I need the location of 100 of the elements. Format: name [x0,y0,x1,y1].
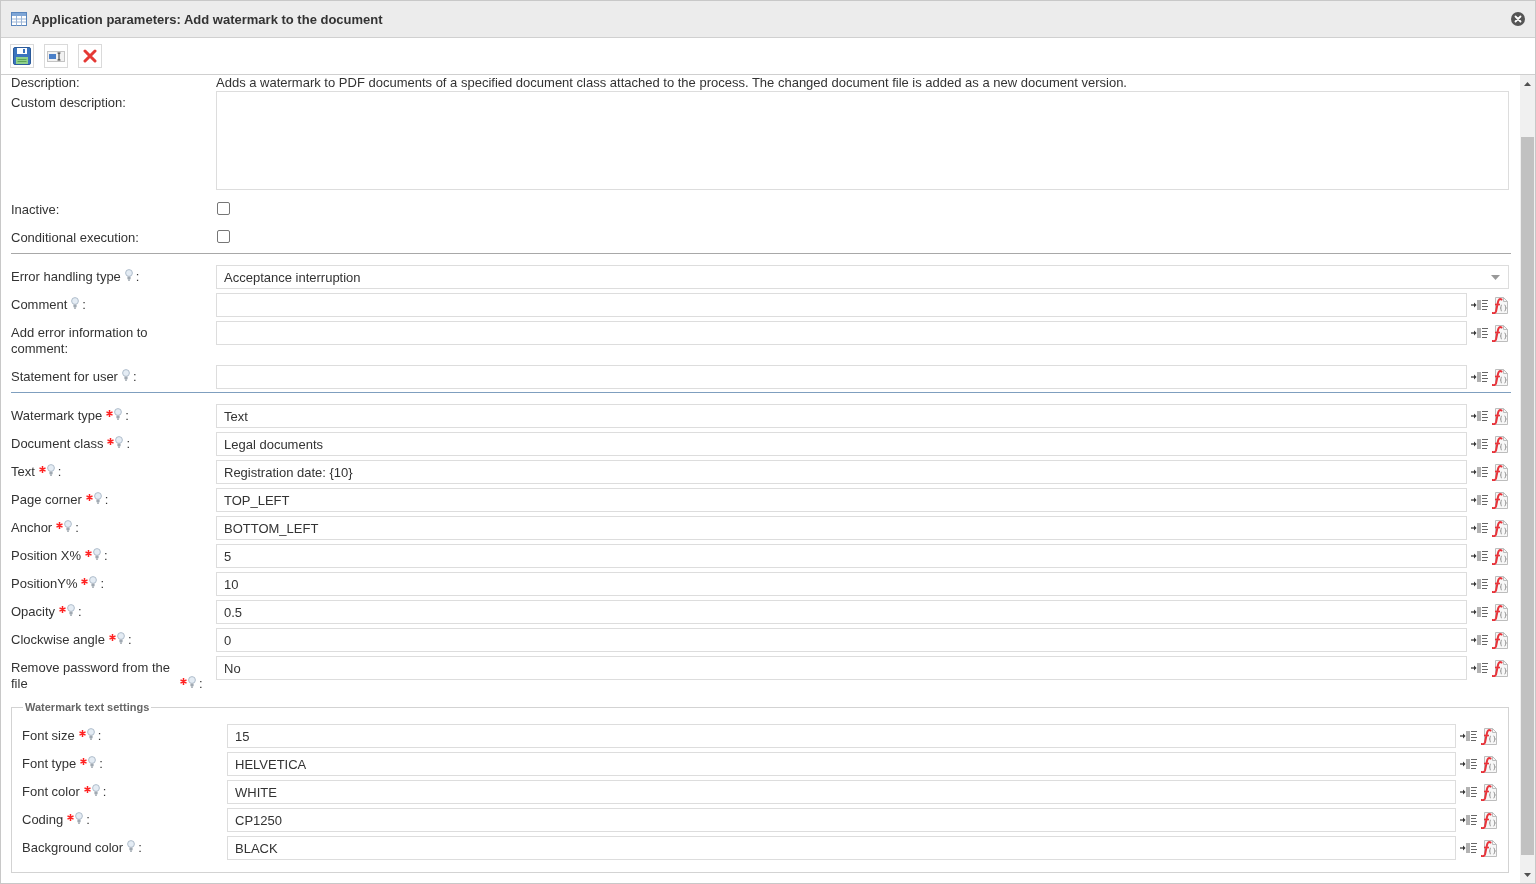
function-document-icon[interactable] [1492,575,1508,593]
text-field[interactable] [216,321,1467,345]
field-label: Font type [22,756,77,772]
lightbulb-icon[interactable] [88,756,97,768]
lightbulb-icon[interactable] [116,632,125,644]
caret-icon [1491,274,1500,280]
function-document-icon[interactable] [1492,547,1508,565]
function-document-icon[interactable] [1492,368,1508,386]
field-label: Text [11,464,35,480]
function-document-icon[interactable] [1492,491,1508,509]
text-field[interactable]: 0.5 [216,600,1467,624]
close-icon[interactable] [1511,12,1525,26]
function-document-icon[interactable] [1492,463,1508,481]
checkbox[interactable] [217,202,230,215]
arrow-list-icon[interactable] [1471,438,1488,450]
arrow-list-icon[interactable] [1460,842,1477,854]
cancel-button[interactable] [78,44,102,68]
text-field[interactable]: Legal documents [216,432,1467,456]
text-field[interactable]: Text [216,404,1467,428]
function-document-icon[interactable] [1481,755,1497,773]
function-document-icon[interactable] [1492,659,1508,677]
arrow-list-icon[interactable] [1460,814,1477,826]
label-colon: : [135,269,140,284]
field-label: Custom description: [11,95,126,111]
field-label: Clockwise angle [11,632,105,648]
arrow-list-icon[interactable] [1471,606,1488,618]
arrow-list-icon[interactable] [1471,578,1488,590]
field-label: Statement for user [11,369,118,385]
function-document-icon[interactable] [1492,296,1508,314]
text-field[interactable]: 15 [227,724,1456,748]
lightbulb-icon[interactable] [127,840,136,852]
text-field[interactable] [216,365,1467,389]
function-document-icon[interactable] [1492,324,1508,342]
function-document-icon[interactable] [1492,603,1508,621]
lightbulb-icon[interactable] [93,492,102,504]
text-field[interactable] [216,293,1467,317]
function-document-icon[interactable] [1481,783,1497,801]
scroll-down-arrow-icon[interactable] [1524,873,1531,877]
label-colon: : [102,784,107,799]
function-document-icon[interactable] [1492,519,1508,537]
textarea-field[interactable] [216,91,1509,190]
field-label: Page corner [11,492,82,508]
arrow-list-icon[interactable] [1471,494,1488,506]
lightbulb-icon[interactable] [89,576,98,588]
arrow-list-icon[interactable] [1471,299,1488,311]
text-field[interactable]: WHITE [227,780,1456,804]
text-field[interactable]: CP1250 [227,808,1456,832]
lightbulb-icon[interactable] [86,728,95,740]
lightbulb-icon[interactable] [115,436,124,448]
scrollbar-thumb[interactable] [1521,137,1534,855]
function-document-icon[interactable] [1481,839,1497,857]
arrow-list-icon[interactable] [1471,634,1488,646]
field-label: PositionY% [11,576,78,592]
label-colon: : [132,369,137,384]
save-button[interactable] [10,44,34,68]
lightbulb-icon[interactable] [188,676,196,688]
arrow-list-icon[interactable] [1460,758,1477,770]
text-field[interactable]: BOTTOM_LEFT [216,516,1467,540]
dropdown-field[interactable]: Acceptance interruption [216,265,1509,289]
text-field[interactable]: Registration date: {10} [216,460,1467,484]
scroll-up-arrow-icon[interactable] [1524,82,1531,86]
text-field[interactable]: BLACK [227,836,1456,860]
arrow-list-icon[interactable] [1460,730,1477,742]
arrow-list-icon[interactable] [1471,371,1488,383]
arrow-list-icon[interactable] [1471,327,1488,339]
function-document-icon[interactable] [1492,435,1508,453]
checkbox[interactable] [217,230,230,243]
lightbulb-icon[interactable] [67,604,76,616]
lightbulb-icon[interactable] [71,297,80,309]
text-field-button[interactable] [44,44,68,68]
field-label: Opacity [11,604,56,620]
text-field[interactable]: TOP_LEFT [216,488,1467,512]
lightbulb-icon[interactable] [46,464,55,476]
text-field[interactable]: 5 [216,544,1467,568]
arrow-list-icon[interactable] [1471,550,1488,562]
arrow-list-icon[interactable] [1471,522,1488,534]
arrow-list-icon[interactable] [1460,786,1477,798]
table-icon [11,12,27,26]
lightbulb-icon[interactable] [64,520,73,532]
lightbulb-icon[interactable] [124,269,133,281]
function-document-icon[interactable] [1492,631,1508,649]
text-field[interactable]: 10 [216,572,1467,596]
function-document-icon[interactable] [1481,727,1497,745]
function-document-icon[interactable] [1492,407,1508,425]
lightbulb-icon[interactable] [93,548,102,560]
text-field[interactable]: No [216,656,1467,680]
text-field[interactable]: 0 [216,628,1467,652]
lightbulb-icon[interactable] [114,408,123,420]
lightbulb-icon[interactable] [121,369,130,381]
arrow-list-icon[interactable] [1471,410,1488,422]
lightbulb-icon[interactable] [75,812,84,824]
text-field[interactable]: HELVETICA [227,752,1456,776]
arrow-list-icon[interactable] [1471,466,1488,478]
label-colon: : [78,604,82,619]
label-colon: : [86,812,90,827]
arrow-list-icon[interactable] [1471,662,1488,674]
lightbulb-icon[interactable] [91,784,100,796]
function-document-icon[interactable] [1481,811,1497,829]
cross-icon [83,49,97,63]
label-colon: : [104,548,108,563]
